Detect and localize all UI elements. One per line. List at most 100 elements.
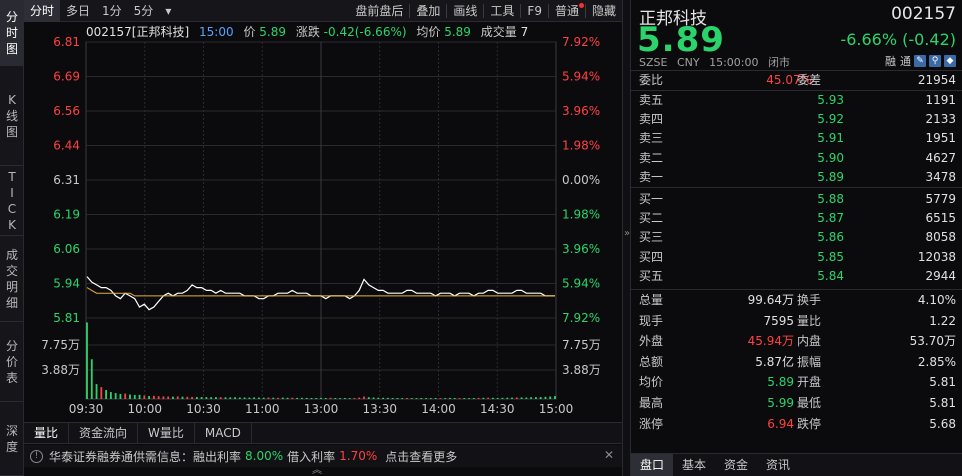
tab-multi-day[interactable]: 多日: [60, 0, 96, 22]
tab-1min[interactable]: 1分: [96, 0, 128, 22]
panel-collapse-handle[interactable]: »: [622, 0, 631, 476]
volume-bar: [348, 398, 351, 399]
view-tab-intraday[interactable]: 分时图: [0, 0, 24, 66]
view-tab-kline[interactable]: K线图: [0, 66, 24, 166]
tab-intraday[interactable]: 分时: [24, 0, 61, 22]
stat-label: 内盘: [797, 334, 822, 349]
f9-button[interactable]: F9: [521, 0, 548, 22]
volume-bar: [406, 398, 408, 399]
stat-value: 5.81: [929, 396, 956, 410]
stat-label: 跌停: [797, 416, 822, 431]
volume-bar: [515, 397, 518, 399]
bid-volume: 2944: [925, 268, 956, 283]
tab-volume-ratio[interactable]: 量比: [24, 423, 70, 443]
news-ticker[interactable]: ! 华泰证券融券通供需信息：融出利率 8.00% 借入利率 1.70% 点击查看…: [24, 445, 622, 467]
hide-button[interactable]: 隐藏: [586, 0, 622, 22]
volume-bar: [167, 396, 170, 399]
tab-basic[interactable]: 基本: [673, 454, 715, 476]
volume-bar: [129, 394, 131, 399]
ticker-rate-out: 8.00%: [245, 449, 284, 463]
volume-bar: [463, 398, 466, 399]
draw-line-button[interactable]: 画线: [447, 0, 483, 22]
stat-row: 总额 5.87亿 振幅 2.85%: [631, 353, 962, 372]
volume-bar: [234, 397, 236, 399]
ask-row[interactable]: 卖五 5.93 1191: [631, 91, 962, 110]
tab-order-book[interactable]: 盘口: [631, 454, 674, 476]
bid-row[interactable]: 买四 5.85 12038: [631, 248, 962, 267]
volume-bar: [277, 397, 279, 399]
period-dropdown-icon[interactable]: ▾: [159, 0, 177, 22]
volume-bar: [520, 397, 523, 399]
bid-row[interactable]: 买一 5.88 5779: [631, 190, 962, 209]
left-view-tabs: 分时图K线图TICK成交明细分价表深度: [0, 0, 24, 476]
stat-value: 4.10%: [917, 293, 956, 307]
chevron-up-icon[interactable]: ︽: [312, 466, 322, 476]
tab-5min[interactable]: 5分: [128, 0, 160, 22]
volume-bar: [353, 398, 356, 399]
view-tab-tick[interactable]: TICK: [0, 166, 24, 236]
meta-time: 15:00:00: [709, 56, 759, 69]
link-icon[interactable]: ⚲: [929, 55, 941, 67]
volume-bar: [492, 397, 494, 399]
bid-row[interactable]: 买五 5.84 2944: [631, 267, 962, 286]
volume-bar: [310, 398, 313, 399]
volume-bar: [148, 396, 150, 399]
chart-canvas[interactable]: 6.81 7.92% 6.69 5.94% 6.56 3.96% 6.44 1.98% 6.31…: [24, 22, 622, 420]
stat-label: 外盘: [639, 334, 664, 349]
tab-fund-flow[interactable]: 资金流向: [69, 423, 139, 443]
ticker-more-link[interactable]: 点击查看更多: [385, 448, 457, 465]
view-tab-char: 成: [5, 247, 18, 262]
view-tab-char: 分: [5, 338, 18, 353]
tab-w-volume-ratio[interactable]: W量比: [138, 423, 195, 443]
volume-bar: [229, 397, 232, 399]
volume-bar: [468, 398, 470, 399]
bid-row[interactable]: 买二 5.87 6515: [631, 209, 962, 228]
ask-row[interactable]: 卖四 5.92 2133: [631, 110, 962, 129]
ask-row[interactable]: 卖二 5.90 4627: [631, 149, 962, 168]
stat-label: 换手: [797, 293, 822, 307]
view-tab-depth[interactable]: 深度: [0, 402, 24, 476]
intraday-chart[interactable]: 6.81 7.92% 6.69 5.94% 6.56 3.96% 6.44 1.98% 6.31…: [24, 22, 622, 420]
view-tab-price-table[interactable]: 分价表: [0, 322, 24, 402]
volume-bar: [143, 395, 146, 399]
ask-row[interactable]: 卖一 5.89 3478: [631, 168, 962, 187]
double-chevron-right-icon[interactable]: »: [623, 228, 631, 239]
tab-macd[interactable]: MACD: [195, 423, 252, 443]
ask-price: 5.93: [817, 93, 844, 107]
tools-button[interactable]: 工具: [484, 0, 520, 22]
ask-row[interactable]: 卖三 5.91 1951: [631, 129, 962, 148]
view-tab-trades[interactable]: 成交明细: [0, 236, 24, 322]
bid-label: 买五: [639, 268, 664, 283]
info-avg: 5.89: [444, 25, 471, 39]
info-change-label: 涨跌: [295, 25, 320, 39]
badge-connect: 通: [900, 55, 911, 68]
pencil-icon[interactable]: ✎: [914, 55, 926, 67]
view-tab-char: K: [8, 92, 16, 107]
bell-icon[interactable]: ◆: [944, 55, 956, 67]
volume-bar: [210, 397, 213, 399]
stat-value: 2.85%: [917, 354, 956, 369]
close-icon[interactable]: ✕: [604, 448, 614, 462]
volume-bar: [291, 397, 294, 399]
bid-row[interactable]: 买三 5.86 8058: [631, 228, 962, 247]
normal-mode-button[interactable]: 普通: [549, 0, 585, 22]
weibi-row: 委比 45.07% 委差 21954: [631, 71, 962, 90]
ask-label: 卖二: [639, 150, 664, 165]
stat-value: 5.81: [929, 375, 956, 390]
pct-tick-label: 5.94%: [562, 277, 600, 291]
tab-news[interactable]: 资讯: [757, 454, 799, 476]
stat-value: 1.22: [929, 313, 956, 328]
stat-value: 6.94: [767, 416, 794, 431]
tab-funds[interactable]: 资金: [715, 454, 757, 476]
info-change: -0.42(-6.66%): [323, 25, 407, 39]
bid-price: 5.88: [817, 192, 844, 206]
volume-bar: [272, 397, 275, 399]
volume-bar: [391, 398, 394, 399]
info-stock: 002157[正邦科技]: [86, 25, 190, 39]
price-tick-label: 6.69: [53, 70, 80, 84]
overlay-button[interactable]: 叠加: [410, 0, 446, 22]
view-tab-char: 度: [5, 439, 18, 454]
time-tick-label: 10:00: [127, 402, 162, 416]
stat-value: 5.68: [929, 416, 956, 431]
premarket-button[interactable]: 盘前盘后: [349, 0, 409, 22]
